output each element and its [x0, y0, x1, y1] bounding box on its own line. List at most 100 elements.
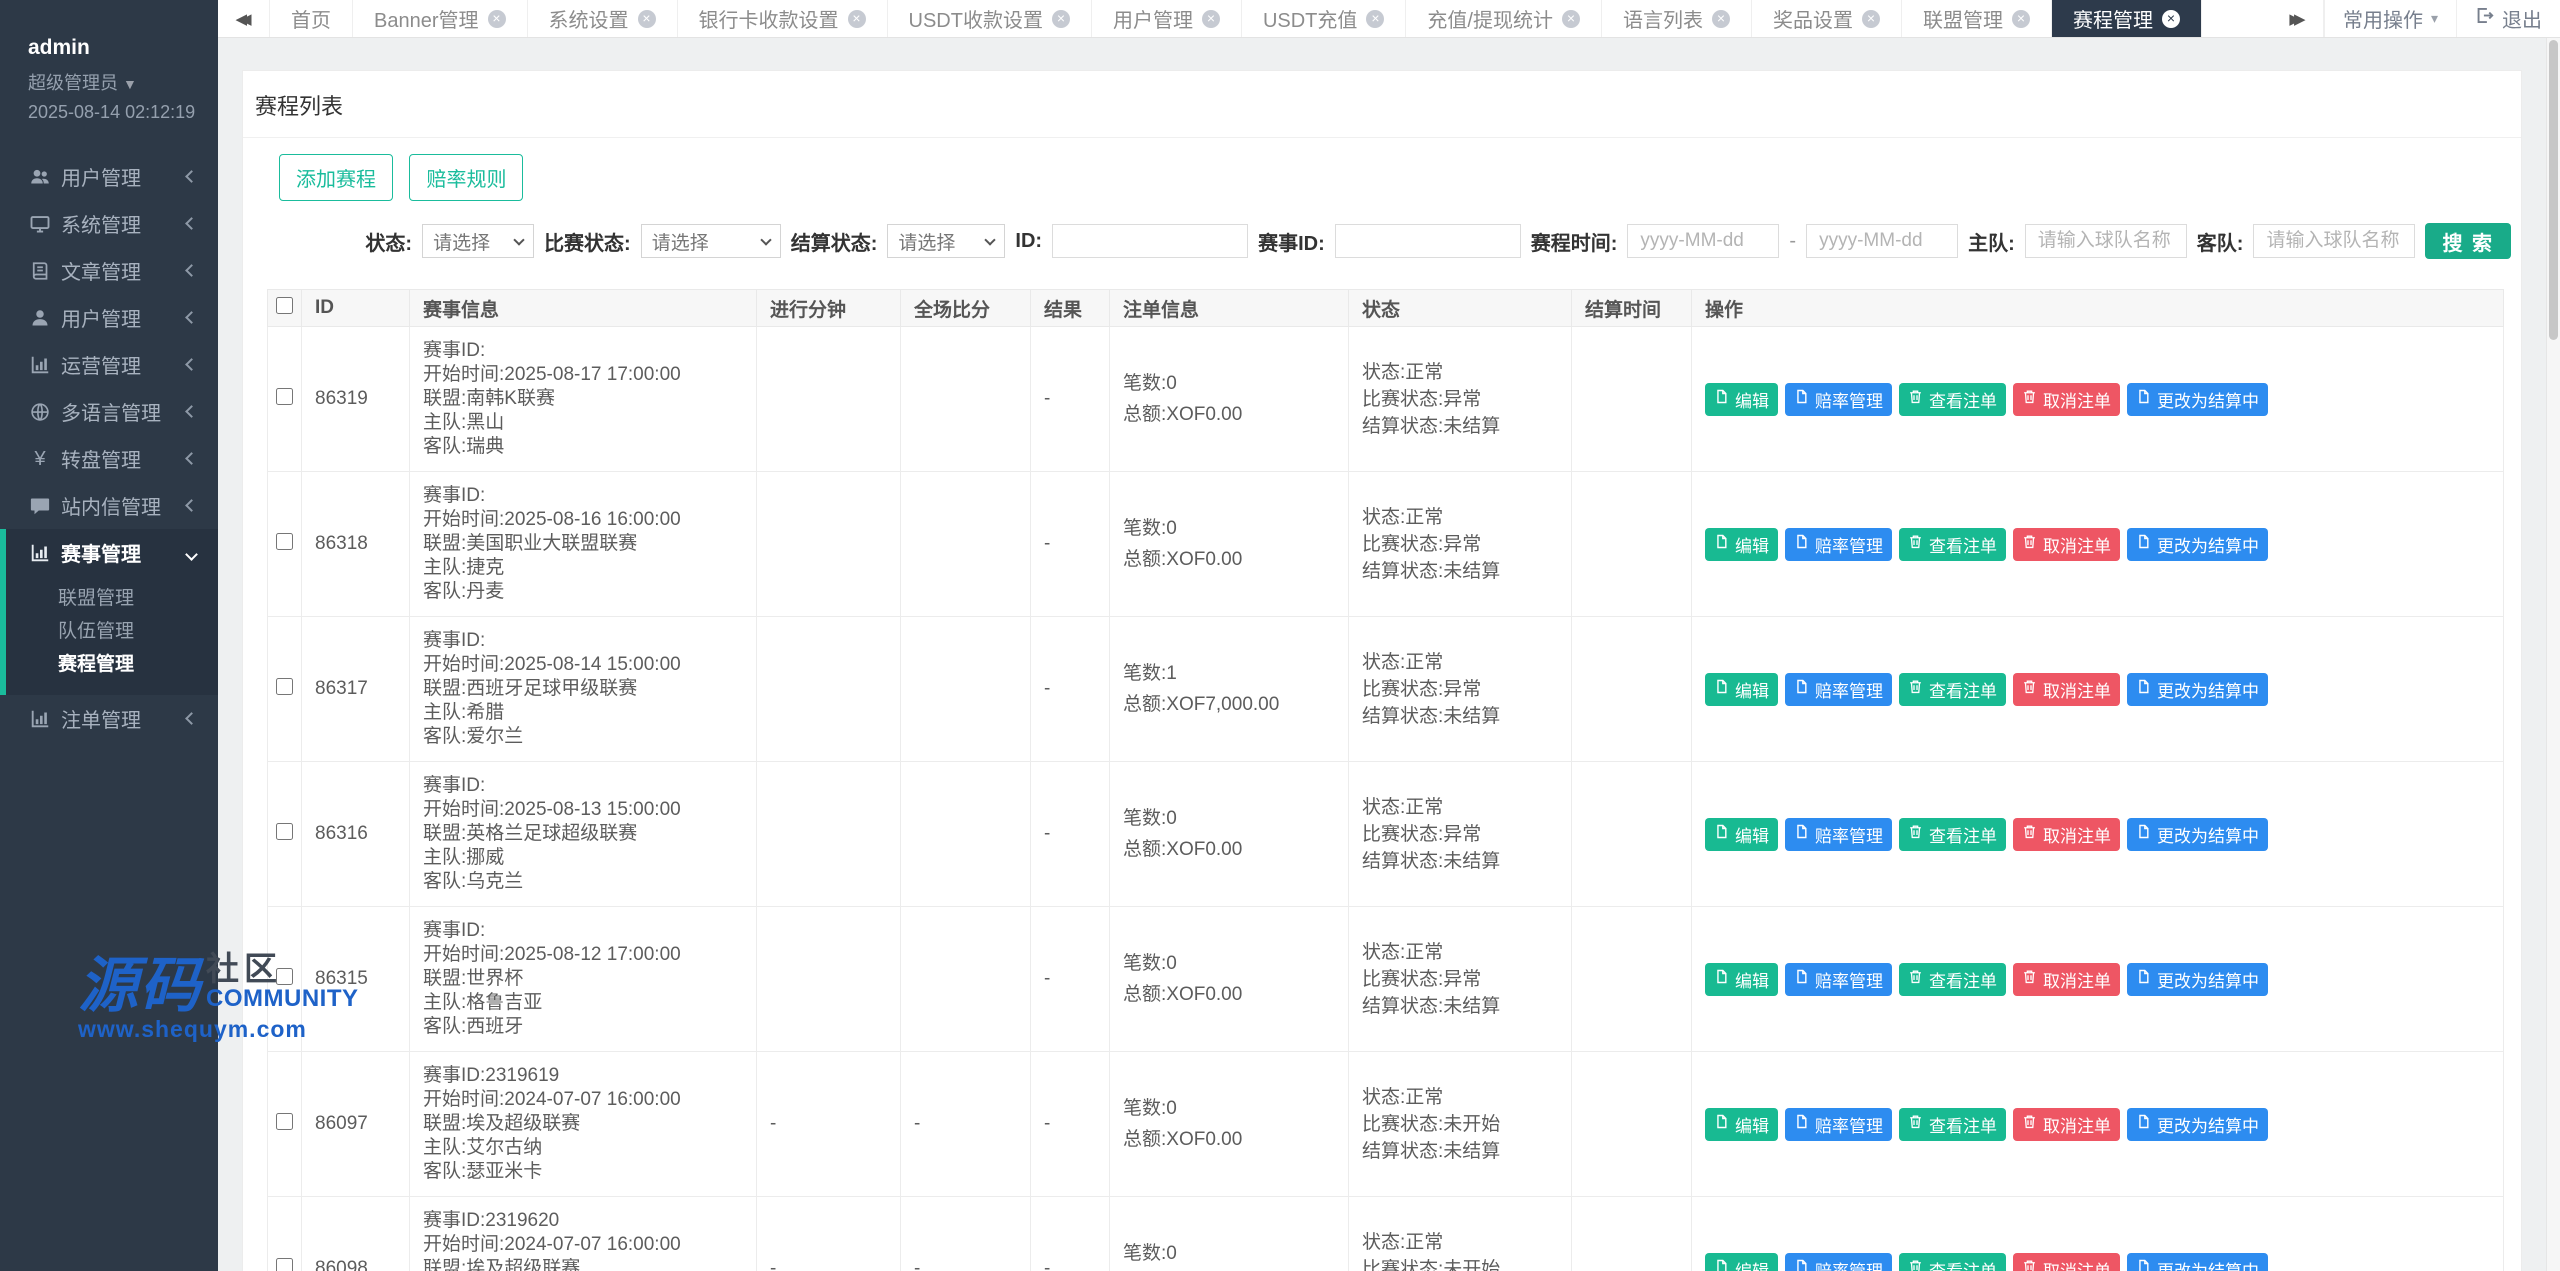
row-checkbox[interactable] [276, 388, 293, 405]
search-button[interactable]: 搜 索 [2425, 223, 2511, 259]
mark-settling-button[interactable]: 更改为结算中 [2127, 1108, 2268, 1141]
scrollbar-thumb[interactable] [2549, 40, 2558, 340]
row-checkbox[interactable] [276, 1258, 293, 1271]
edit-button[interactable]: 编辑 [1705, 383, 1778, 416]
close-icon[interactable]: × [1366, 10, 1384, 28]
close-icon[interactable]: × [1712, 10, 1730, 28]
home-team-input[interactable] [2025, 224, 2187, 258]
tab-league-manage[interactable]: 联盟管理× [1902, 0, 2052, 37]
edit-button[interactable]: 编辑 [1705, 1108, 1778, 1141]
row-checkbox[interactable] [276, 823, 293, 840]
odds-manage-button[interactable]: 赔率管理 [1785, 528, 1892, 561]
add-schedule-button[interactable]: 添加赛程 [279, 154, 393, 201]
view-orders-button[interactable]: 查看注单 [1899, 528, 2006, 561]
event-id-input[interactable] [1335, 224, 1521, 258]
logout-button[interactable]: 退出 [2456, 0, 2560, 37]
tab-usdt-recharge[interactable]: USDT充值× [1242, 0, 1406, 37]
sidebar-item-event-manage[interactable]: 赛事管理 [6, 529, 218, 576]
sidebar-item-system-manage[interactable]: 系统管理 [0, 200, 218, 247]
mark-settling-button[interactable]: 更改为结算中 [2127, 528, 2268, 561]
user-role-dropdown[interactable]: 超级管理员 ▼ [28, 69, 218, 95]
tab-schedule-manage[interactable]: 赛程管理× [2052, 0, 2202, 37]
odds-rules-button[interactable]: 赔率规则 [409, 154, 523, 201]
cancel-orders-button[interactable]: 取消注单 [2013, 818, 2120, 851]
cancel-orders-button[interactable]: 取消注单 [2013, 528, 2120, 561]
mark-settling-button[interactable]: 更改为结算中 [2127, 383, 2268, 416]
tabs-scroll-left-button[interactable]: ◀◀ [218, 0, 270, 37]
sidebar-item-wheel-manage[interactable]: ¥转盘管理 [0, 435, 218, 482]
tab-prize-settings[interactable]: 奖品设置× [1752, 0, 1902, 37]
common-actions-dropdown[interactable]: 常用操作 ▾ [2324, 0, 2456, 37]
tabs-scroll-right-button[interactable]: ▶▶ [2272, 0, 2324, 37]
sidebar-item-user-manage[interactable]: 用户管理 [0, 294, 218, 341]
odds-manage-button[interactable]: 赔率管理 [1785, 963, 1892, 996]
sidebar-item-operation-manage[interactable]: 运营管理 [0, 341, 218, 388]
sidebar-item-language-manage[interactable]: 多语言管理 [0, 388, 218, 435]
tab-system-settings[interactable]: 系统设置× [528, 0, 678, 37]
odds-manage-button[interactable]: 赔率管理 [1785, 383, 1892, 416]
mark-settling-button[interactable]: 更改为结算中 [2127, 1253, 2268, 1271]
tab-usdt-receive[interactable]: USDT收款设置× [888, 0, 1092, 37]
view-orders-button[interactable]: 查看注单 [1899, 1108, 2006, 1141]
tab-language-list[interactable]: 语言列表× [1602, 0, 1752, 37]
tab-home[interactable]: 首页 [270, 0, 353, 37]
select-all-checkbox[interactable] [276, 297, 293, 314]
edit-button[interactable]: 编辑 [1705, 673, 1778, 706]
view-orders-button[interactable]: 查看注单 [1899, 383, 2006, 416]
row-checkbox[interactable] [276, 1113, 293, 1130]
tab-recharge-stats[interactable]: 充值/提现统计× [1406, 0, 1602, 37]
odds-manage-button[interactable]: 赔率管理 [1785, 1108, 1892, 1141]
sidebar-subitem-league-manage[interactable]: 联盟管理 [6, 582, 218, 615]
chevron-left-icon [185, 358, 198, 371]
status-select[interactable]: 请选择 [422, 224, 534, 258]
settle-status-select[interactable]: 请选择 [887, 224, 1005, 258]
match-status-select[interactable]: 请选择 [641, 224, 781, 258]
close-icon[interactable]: × [848, 10, 866, 28]
close-icon[interactable]: × [2012, 10, 2030, 28]
close-icon[interactable]: × [1052, 10, 1070, 28]
row-checkbox[interactable] [276, 678, 293, 695]
view-orders-button[interactable]: 查看注单 [1899, 673, 2006, 706]
row-checkbox[interactable] [276, 533, 293, 550]
edit-button[interactable]: 编辑 [1705, 963, 1778, 996]
bet-info-cell: 笔数:0总额:XOF0.00 [1110, 1197, 1349, 1271]
sidebar-item-user-group-manage[interactable]: 用户管理 [0, 153, 218, 200]
sidebar-item-bet-order-manage[interactable]: 注单管理 [0, 695, 218, 742]
mark-settling-button[interactable]: 更改为结算中 [2127, 963, 2268, 996]
cancel-orders-button[interactable]: 取消注单 [2013, 1108, 2120, 1141]
view-orders-button[interactable]: 查看注单 [1899, 1253, 2006, 1271]
mark-settling-button[interactable]: 更改为结算中 [2127, 673, 2268, 706]
sidebar-subitem-schedule-manage[interactable]: 赛程管理 [6, 648, 218, 681]
cancel-orders-button[interactable]: 取消注单 [2013, 963, 2120, 996]
cancel-orders-button[interactable]: 取消注单 [2013, 673, 2120, 706]
close-icon[interactable]: × [1202, 10, 1220, 28]
time-from-input[interactable] [1627, 224, 1779, 258]
time-to-input[interactable] [1806, 224, 1958, 258]
odds-manage-button[interactable]: 赔率管理 [1785, 818, 1892, 851]
row-checkbox[interactable] [276, 968, 293, 985]
close-icon[interactable]: × [488, 10, 506, 28]
mark-settling-button[interactable]: 更改为结算中 [2127, 818, 2268, 851]
edit-button[interactable]: 编辑 [1705, 1253, 1778, 1271]
edit-button[interactable]: 编辑 [1705, 818, 1778, 851]
close-icon[interactable]: × [1862, 10, 1880, 28]
cancel-orders-button[interactable]: 取消注单 [2013, 383, 2120, 416]
view-orders-button[interactable]: 查看注单 [1899, 963, 2006, 996]
close-icon[interactable]: × [1562, 10, 1580, 28]
close-icon[interactable]: × [2162, 10, 2180, 28]
sidebar-item-message-manage[interactable]: 站内信管理 [0, 482, 218, 529]
tab-user-manage[interactable]: 用户管理× [1092, 0, 1242, 37]
away-team-input[interactable] [2253, 224, 2415, 258]
sidebar-item-article-manage[interactable]: 文章管理 [0, 247, 218, 294]
id-input[interactable] [1052, 224, 1248, 258]
odds-manage-button[interactable]: 赔率管理 [1785, 1253, 1892, 1271]
tab-banner-manage[interactable]: Banner管理× [353, 0, 528, 37]
sidebar-subitem-team-manage[interactable]: 队伍管理 [6, 615, 218, 648]
edit-button[interactable]: 编辑 [1705, 528, 1778, 561]
odds-manage-button[interactable]: 赔率管理 [1785, 673, 1892, 706]
cancel-orders-button[interactable]: 取消注单 [2013, 1253, 2120, 1271]
tab-bank-card[interactable]: 银行卡收款设置× [678, 0, 888, 37]
event-info-line: 开始时间:2025-08-17 17:00:00 [423, 363, 743, 387]
close-icon[interactable]: × [638, 10, 656, 28]
view-orders-button[interactable]: 查看注单 [1899, 818, 2006, 851]
